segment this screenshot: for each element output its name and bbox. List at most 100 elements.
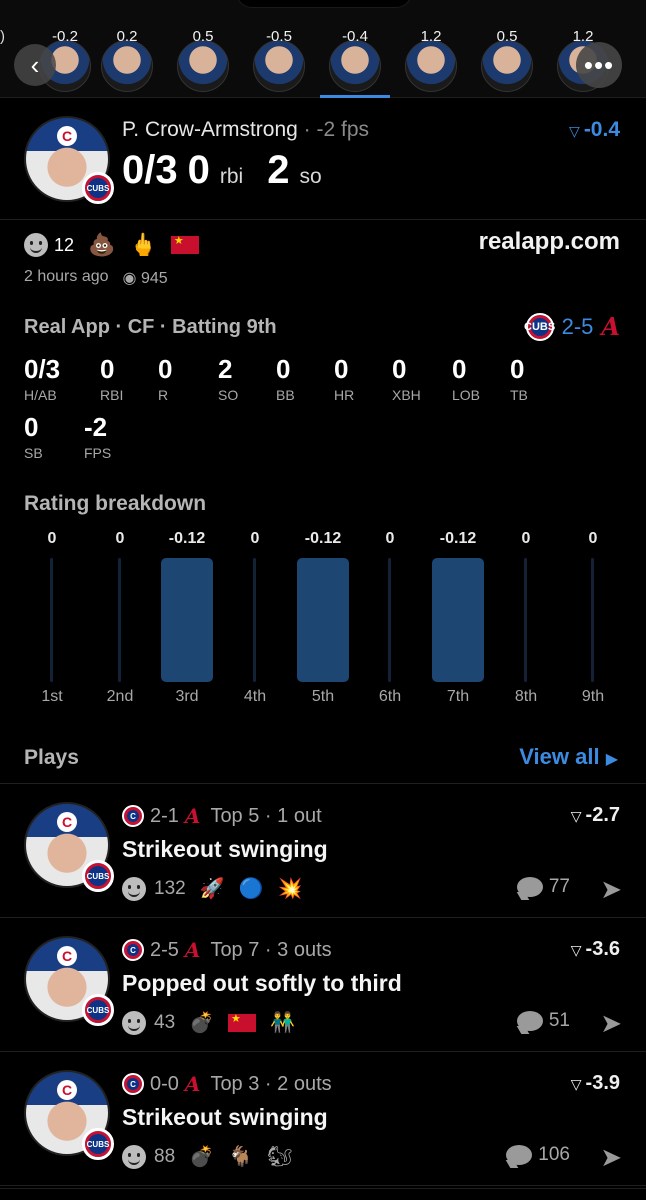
play-delta: ▽ -3.6 [570,938,620,960]
cubs-cap-logo: C [57,1080,77,1100]
inning-track [388,558,391,682]
share-icon[interactable]: ➤ [600,874,622,905]
plays-title: Plays [24,746,79,769]
inning-value: 0 [115,530,125,547]
braves-logo-icon: A [184,804,201,828]
player-thumbnail [405,40,457,92]
play-delta: ▽ -3.9 [570,1072,620,1094]
poop-emoji-icon: 💩 [88,232,116,257]
back-button[interactable]: ‹ [14,44,56,86]
share-icon[interactable]: ➤ [600,1142,622,1173]
rating-breakdown-title: Rating breakdown [24,492,207,515]
stat-tb: 0 TB [510,354,528,403]
inning-column-5th: -0.12 5th [293,528,353,718]
cubs-logo-icon: C [122,939,144,961]
summary-stat-line: 0/3 0 rbi 2 so [122,148,336,193]
strip-player-4[interactable]: -0.5 [244,28,314,94]
stat-sb: 0 SB [24,412,43,461]
cubs-logo-icon: CUBS [524,312,555,341]
play-card-2[interactable]: C CUBS C 2-5 A Top 7 · 3 outs ▽ -3.6 Popped … [0,918,646,1052]
player-name-line: P. Crow-Armstrong · -2 fps [122,118,369,142]
strip-player-7[interactable]: 0.5 [472,28,542,94]
strip-player-6[interactable]: 1.2 [396,28,466,94]
inning-value: 0 [47,530,57,547]
cubs-team-badge: CUBS [82,1128,114,1160]
inning-column-3rd: -0.12 3rd [157,528,217,718]
inning-value: -0.12 [304,530,342,547]
player-name[interactable]: P. Crow-Armstrong [122,118,298,141]
middle-finger-emoji-icon: 🖕 [129,232,157,257]
stat-hr: 0 HR [334,354,355,403]
people-emoji-icon: 👬 [270,1012,295,1034]
chipmunk-emoji-icon: 🐿 [266,1146,293,1168]
inning-label: 3rd [175,688,199,705]
cubs-team-badge: CUBS [82,994,114,1026]
player-header: C CUBS P. Crow-Armstrong · -2 fps ▽ -0.4 … [0,98,646,220]
stat-so: 2 SO [218,354,239,403]
play-delta: ▽ -2.7 [570,804,620,826]
player-thumbnail [329,40,381,92]
blue-circle-emoji-icon: 🔵 [238,878,264,900]
inning-label: 9th [581,688,605,705]
play-reactions[interactable]: 88 💣 🐐 🐿 [122,1144,292,1169]
game-score[interactable]: CUBS 2-5 A [524,312,620,341]
comment-bubble-icon [516,1011,543,1031]
strip-player-2[interactable]: 0.2 [92,28,162,94]
eye-icon: ◉ [122,270,137,287]
inning-column-8th: 0 8th [496,528,556,718]
player-thumbnail [177,40,229,92]
braves-logo-icon: A [601,312,620,341]
more-button[interactable]: ••• [576,42,622,88]
strip-player-5-active[interactable]: -0.4 [320,28,390,98]
play-description: Popped out softly to third [122,970,402,996]
post-meta: 2 hours ago ◉ 945 [24,268,168,288]
cubs-logo-icon: C [122,805,144,827]
inning-label: 1st [41,688,63,705]
player-thumbnail [481,40,533,92]
strip-player-3[interactable]: 0.5 [168,28,238,94]
inning-value: 0 [385,530,395,547]
hits-value: 0/3 [122,148,178,192]
inning-value: 0 [250,530,260,547]
comment-bubble-icon [506,1145,533,1165]
comments-button[interactable]: 51 [516,1010,570,1032]
rbi-unit: rbi [219,165,244,188]
reaction-row[interactable]: 12 💩 🖕 [24,232,199,258]
play-meta: C 0-0 A Top 3 · 2 outs [122,1072,332,1096]
post-time: 2 hours ago [24,268,109,285]
game-title: Real App · CF · Batting 9th [24,316,277,338]
view-all-link[interactable]: View all ▶ [519,744,618,770]
so-value: 2 [267,148,290,192]
comment-bubble-icon [516,877,543,897]
inning-label: 2nd [106,688,134,705]
rating-down-icon: ▽ [569,123,580,139]
site-link[interactable]: realapp.com [479,228,620,256]
play-description: Strikeout swinging [122,1104,328,1130]
inning-bar [432,558,484,682]
inning-value: 0 [521,530,531,547]
play-card-3[interactable]: C CUBS C 0-0 A Top 3 · 2 outs ▽ -3.9 Strikeo… [0,1052,646,1186]
inning-column-2nd: 0 2nd [90,528,150,718]
collision-emoji-icon: 💥 [277,878,303,900]
play-card-1[interactable]: C CUBS C 2-1 A Top 5 · 1 out ▽ -2.7 Strikeou… [0,784,646,918]
play-reactions[interactable]: 43💣👬 [122,1010,295,1035]
braves-logo-icon: A [184,938,201,962]
smiley-icon [122,1144,146,1169]
play-reactions[interactable]: 132 🚀 🔵 💥 [122,876,302,901]
stat-hab: 0/3 H/AB [24,354,61,403]
rbi-value: 0 [187,148,210,192]
comments-button[interactable]: 106 [506,1144,570,1166]
cubs-logo-icon: C [122,1073,144,1095]
inning-track [591,558,594,682]
stat-lob: 0 LOB [452,354,481,403]
player-thumbnail [253,40,305,92]
bottom-edge [0,1188,646,1200]
cubs-cap-logo: C [57,946,77,966]
chevron-left-icon: ‹ [30,49,40,80]
inning-column-1st: 0 1st [22,528,82,718]
play-meta: C 2-1 A Top 5 · 1 out [122,804,322,828]
inning-label: 8th [514,688,538,705]
share-icon[interactable]: ➤ [600,1008,622,1039]
inning-label: 6th [378,688,402,705]
comments-button[interactable]: 77 [516,876,570,898]
